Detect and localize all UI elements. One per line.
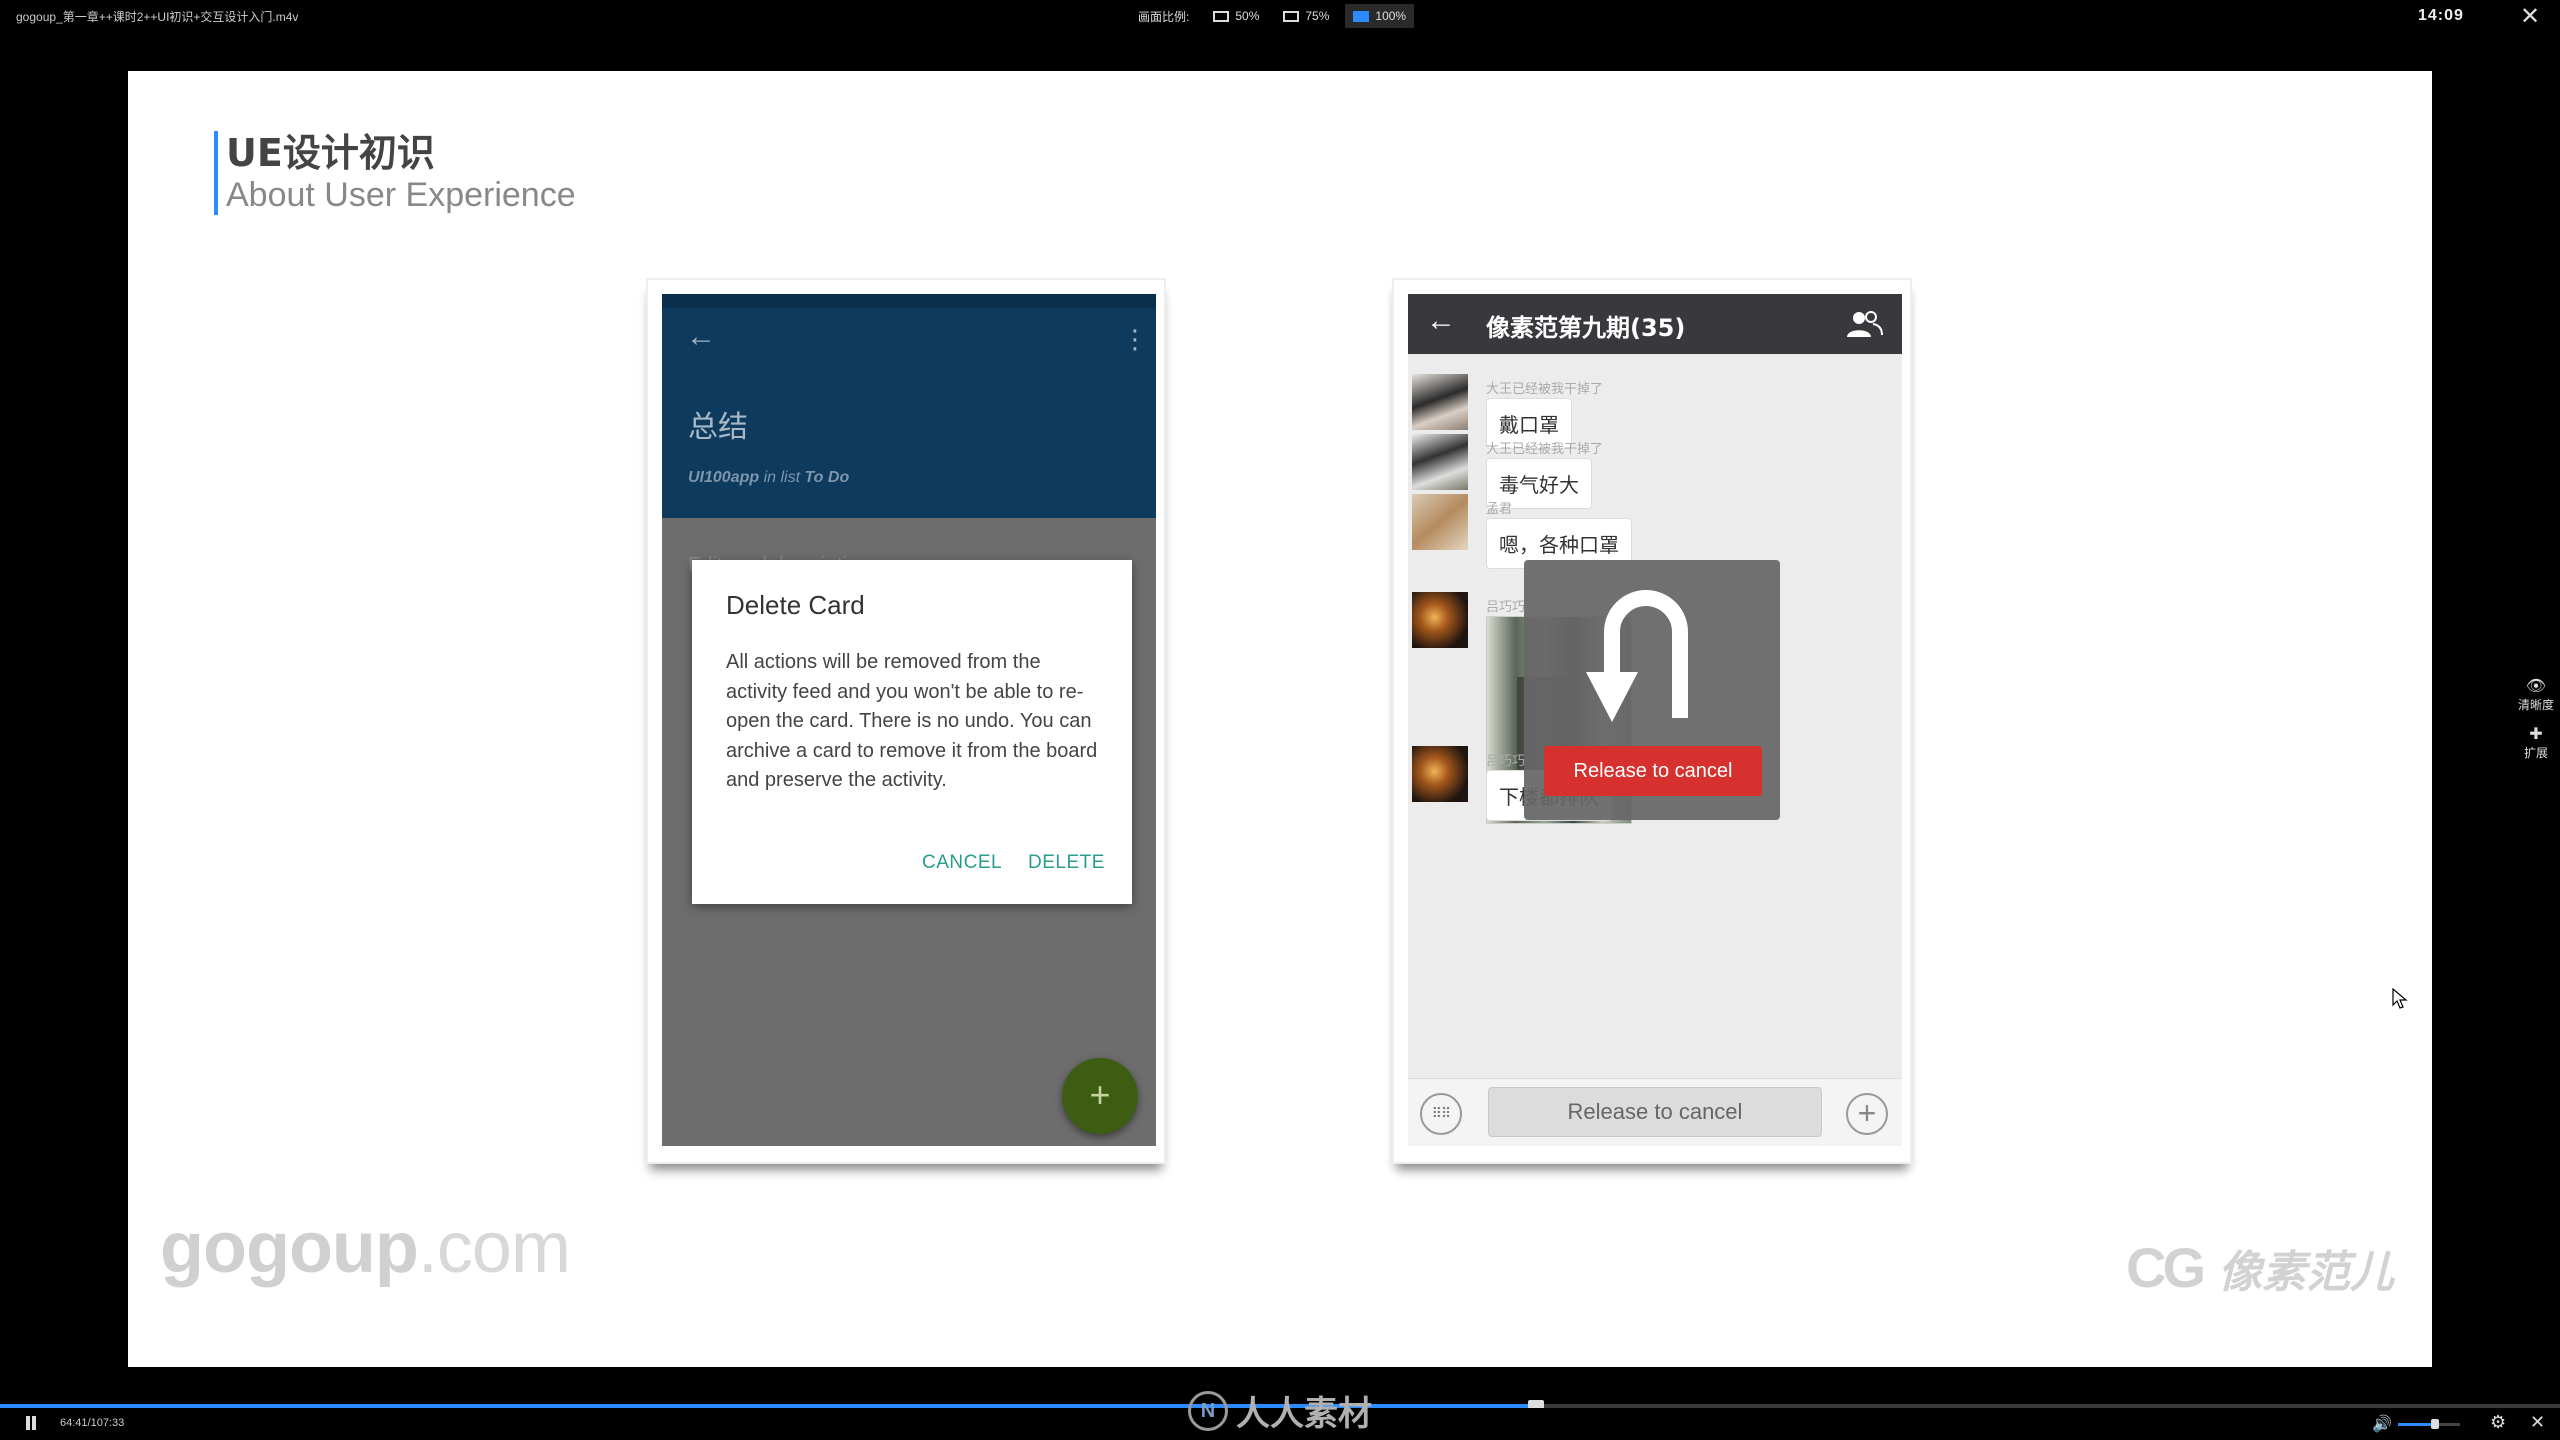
volume-slider[interactable] bbox=[2398, 1419, 2460, 1429]
screen-icon bbox=[1283, 10, 1300, 22]
avatar[interactable] bbox=[1412, 746, 1468, 802]
avatar[interactable] bbox=[1412, 494, 1468, 550]
screen-icon bbox=[1353, 10, 1370, 22]
avatar[interactable] bbox=[1412, 374, 1468, 430]
keyboard-icon[interactable]: ⠿⠿ bbox=[1420, 1093, 1462, 1135]
file-title: gogoup_第一章++课时2++UI初识+交互设计入门.m4v bbox=[16, 10, 299, 24]
mouse-cursor-icon bbox=[2392, 988, 2408, 1009]
gogoup-watermark: gogoup.com bbox=[160, 1207, 571, 1289]
eye-icon: 👁 bbox=[2525, 678, 2547, 695]
chat-input-bar: ⠿⠿ Release to cancel + bbox=[1408, 1078, 1902, 1146]
card-header: ← ⋮ 总结 UI100app in list To Do bbox=[662, 294, 1156, 518]
left-phone-mockup: ← ⋮ 总结 UI100app in list To Do Edit card … bbox=[646, 278, 1166, 1164]
screen-icon bbox=[1213, 10, 1230, 22]
ratio-100-label: 100% bbox=[1375, 9, 1407, 23]
volume-thumb[interactable] bbox=[2431, 1419, 2440, 1429]
puzzle-icon: ✚ bbox=[2529, 726, 2543, 743]
rrsc-logo-text: 人人素材 bbox=[1236, 1394, 1372, 1434]
left-phone-screen: ← ⋮ 总结 UI100app in list To Do Edit card … bbox=[662, 294, 1156, 1146]
plus-icon[interactable]: + bbox=[1846, 1093, 1888, 1135]
slide-title-block: UE设计初识 About User Experience bbox=[214, 131, 576, 215]
group-members-icon[interactable] bbox=[1844, 310, 1884, 338]
dialog-body: All actions will be removed from the act… bbox=[726, 651, 1098, 791]
cg-logo-watermark: CG 像素范儿 bbox=[2126, 1235, 2394, 1300]
cg-logo-mark: CG bbox=[2126, 1236, 2206, 1299]
volume-fill bbox=[2398, 1423, 2436, 1426]
back-arrow-icon[interactable]: ← bbox=[686, 320, 716, 354]
aspect-ratio-group: 画面比例: 50% 75% 100% bbox=[1138, 4, 1422, 28]
cg-logo-text: 像素范儿 bbox=[2218, 1246, 2394, 1298]
player-top-bar: gogoup_第一章++课时2++UI初识+交互设计入门.m4v 画面比例: 5… bbox=[0, 0, 2560, 34]
ratio-100-button[interactable]: 100% bbox=[1345, 4, 1415, 28]
right-phone-mockup: ← 像素范第九期(35) 大王已经被我干掉了 戴口罩 大王已经被我干掉了 毒气好… bbox=[1392, 278, 1912, 1164]
ratio-75-label: 75% bbox=[1305, 9, 1330, 23]
sender-name: 大王已经被我干掉了 bbox=[1486, 441, 1604, 456]
expand-label: 扩展 bbox=[2523, 746, 2548, 760]
quality-tool[interactable]: 👁 清晰度 bbox=[2512, 678, 2560, 713]
quality-label: 清晰度 bbox=[2517, 698, 2554, 712]
release-to-cancel-label: Release to cancel bbox=[1544, 746, 1762, 796]
ratio-50-label: 50% bbox=[1235, 9, 1260, 23]
volume-icon[interactable]: 🔊 bbox=[2372, 1414, 2392, 1434]
delete-card-dialog: Delete Card All actions will be removed … bbox=[692, 560, 1132, 904]
right-phone-screen: ← 像素范第九期(35) 大王已经被我干掉了 戴口罩 大王已经被我干掉了 毒气好… bbox=[1408, 294, 1902, 1146]
voice-cancel-overlay: Release to cancel bbox=[1524, 560, 1780, 820]
aspect-ratio-label: 画面比例: bbox=[1138, 9, 1190, 24]
close-icon[interactable]: ✕ bbox=[2520, 2, 2540, 31]
slide-subtitle: About User Experience bbox=[226, 176, 576, 214]
more-menu-icon[interactable]: ⋮ bbox=[1122, 324, 1148, 355]
sender-name: 大王已经被我干掉了 bbox=[1486, 381, 1604, 396]
rrsc-logo-mark: N bbox=[1188, 1390, 1228, 1431]
group-title: 像素范第九期(35) bbox=[1486, 314, 1686, 342]
pause-icon[interactable] bbox=[24, 1416, 38, 1430]
card-subtitle-app: UI100app bbox=[688, 469, 760, 486]
close-player-icon[interactable]: ✕ bbox=[2530, 1412, 2545, 1433]
rrsc-logo: N 人人素材 bbox=[1188, 1386, 1372, 1435]
watermark-main: gogoup bbox=[160, 1208, 419, 1288]
time-display: 64:41/107:33 bbox=[60, 1417, 125, 1429]
expand-tool[interactable]: ✚ 扩展 bbox=[2512, 726, 2560, 761]
avatar[interactable] bbox=[1412, 592, 1468, 648]
clock: 14:09 bbox=[2418, 7, 2464, 24]
cancel-button[interactable]: CANCEL bbox=[922, 852, 1002, 874]
card-subtitle-list: To Do bbox=[804, 469, 850, 486]
status-bar bbox=[662, 294, 1156, 308]
dialog-title: Delete Card bbox=[726, 590, 865, 620]
hold-to-talk-button[interactable]: Release to cancel bbox=[1488, 1087, 1822, 1137]
slide-title: UE设计初识 bbox=[226, 131, 435, 175]
sender-name: 吕巧巧 bbox=[1486, 599, 1526, 614]
delete-button[interactable]: DELETE bbox=[1028, 852, 1105, 874]
avatar[interactable] bbox=[1412, 434, 1468, 490]
ratio-50-button[interactable]: 50% bbox=[1205, 4, 1267, 28]
slide: UE设计初识 About User Experience ← ⋮ 总结 UI10… bbox=[128, 71, 2432, 1367]
undo-arrow-icon bbox=[1586, 590, 1688, 722]
sender-name: 吕巧巧 bbox=[1486, 753, 1526, 768]
sender-name: 孟君 bbox=[1486, 501, 1513, 516]
chat-header: ← 像素范第九期(35) bbox=[1408, 294, 1902, 354]
settings-gear-icon[interactable]: ⚙ bbox=[2490, 1412, 2506, 1433]
watermark-suffix: .com bbox=[417, 1208, 571, 1288]
add-fab-button[interactable]: + bbox=[1062, 1058, 1138, 1134]
card-title: 总结 bbox=[688, 410, 748, 445]
card-subtitle: UI100app in list To Do bbox=[688, 469, 849, 487]
ratio-75-button[interactable]: 75% bbox=[1275, 4, 1337, 28]
back-arrow-icon[interactable]: ← bbox=[1426, 304, 1456, 338]
card-subtitle-mid: in list bbox=[759, 469, 805, 486]
